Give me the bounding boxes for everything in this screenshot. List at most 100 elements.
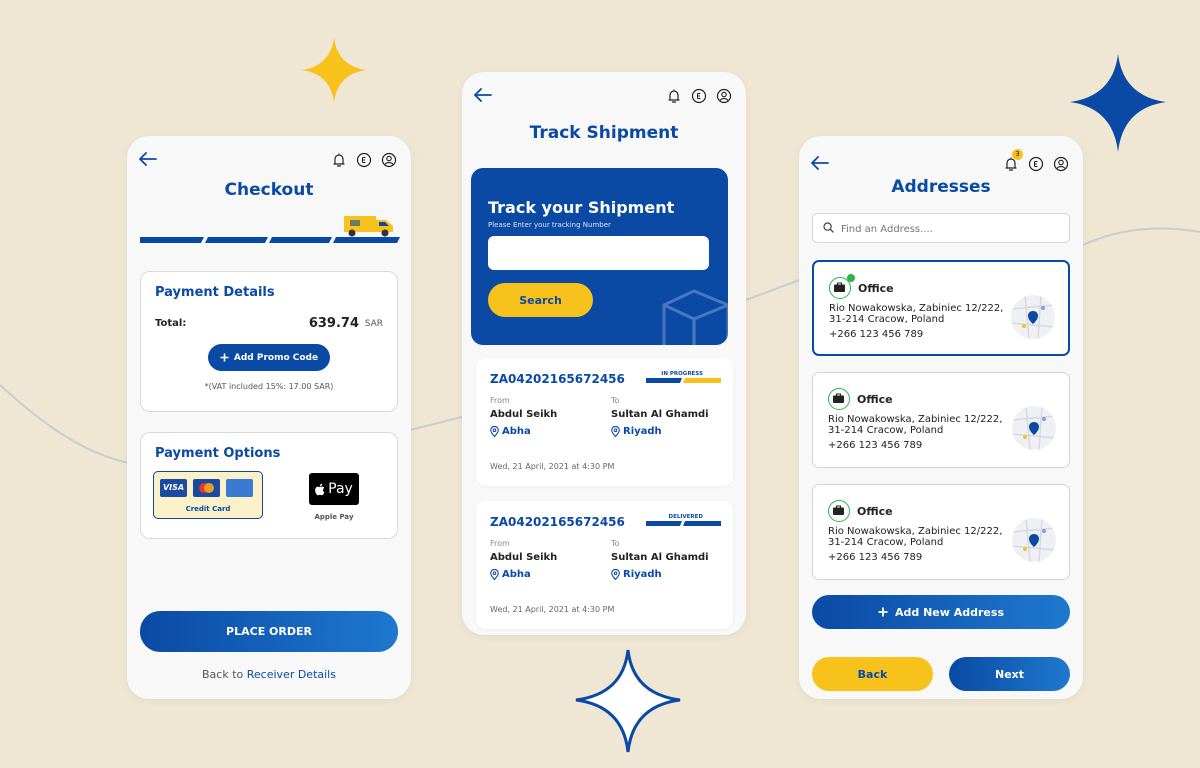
from-label: From — [490, 539, 510, 548]
back-prefix: Back to — [202, 668, 244, 681]
top-bar: 3 — [799, 136, 1083, 176]
sender-name: Abdul Seikh — [490, 552, 558, 563]
track-shipment-screen: Track Shipment Track your Shipment Pleas… — [462, 72, 746, 635]
box-icon — [662, 289, 728, 345]
payment-details-card: Payment Details Total: 639.74 SAR Add Pr… — [140, 271, 398, 412]
sparkle-icon — [1070, 54, 1166, 152]
apple-pay-option[interactable]: Pay — [309, 473, 359, 505]
location-pin-icon — [490, 426, 499, 437]
address-search — [812, 213, 1070, 243]
sparkle-icon — [302, 38, 366, 102]
add-promo-code-button[interactable]: Add Promo Code — [208, 344, 330, 371]
receiver-name: Sultan Al Ghamdi — [611, 552, 709, 563]
location-pin-icon — [611, 569, 620, 580]
user-icon[interactable] — [716, 88, 732, 104]
destination-city: Riyadh — [611, 569, 662, 580]
map-icon — [1012, 406, 1056, 450]
search-icon — [823, 222, 834, 233]
visa-icon: VISA — [160, 479, 187, 497]
currency-icon[interactable] — [1028, 156, 1044, 172]
address-line-2: 31-214 Cracow, Poland — [829, 314, 945, 325]
tracking-number-input[interactable] — [488, 236, 709, 270]
map-icon — [1011, 295, 1055, 339]
address-phone: +266 123 456 789 — [828, 552, 923, 563]
payment-options-card: Payment Options VISA Credit Card Pay App… — [140, 432, 398, 539]
promo-button-label: Add Promo Code — [233, 352, 319, 363]
total-amount: 639.74 — [308, 316, 359, 331]
add-new-address-button[interactable]: Add New Address — [812, 595, 1070, 629]
delivery-van-icon — [344, 216, 393, 237]
destination-city-text: Riyadh — [623, 426, 662, 437]
checkout-screen: Checkout Payment Details Total: 639.74 S… — [127, 136, 411, 699]
place-order-label: PLACE ORDER — [226, 625, 312, 638]
address-line-1: Rio Nowakowska, Zabiniec 12/222, — [828, 414, 1003, 425]
user-icon[interactable] — [381, 152, 397, 168]
briefcase-icon — [828, 500, 850, 522]
back-button[interactable]: Back — [812, 657, 933, 691]
page-title: Checkout — [224, 180, 314, 200]
shipment-id: ZA04202165672456 — [490, 515, 625, 529]
hero-title: Track your Shipment — [488, 198, 675, 217]
to-label: To — [611, 396, 620, 405]
total-label: Total: — [155, 318, 187, 329]
address-phone: +266 123 456 789 — [829, 329, 924, 340]
address-card[interactable]: Office Rio Nowakowska, Zabiniec 12/222, … — [812, 260, 1070, 356]
address-search-input[interactable] — [841, 219, 1061, 239]
address-title: Office — [857, 393, 893, 406]
status-text: IN PROGRESS — [661, 371, 703, 377]
destination-city: Riyadh — [611, 426, 662, 437]
currency-icon[interactable] — [691, 88, 707, 104]
origin-city-text: Abha — [502, 426, 531, 437]
location-pin-icon — [490, 569, 499, 580]
address-line-2: 31-214 Cracow, Poland — [828, 537, 944, 548]
briefcase-icon — [828, 388, 850, 410]
address-title: Office — [858, 282, 894, 295]
receiver-details-link[interactable]: Receiver Details — [247, 668, 336, 681]
top-bar — [462, 72, 746, 112]
address-line-2: 31-214 Cracow, Poland — [828, 425, 944, 436]
card-icon — [226, 479, 253, 497]
next-button[interactable]: Next — [949, 657, 1070, 691]
apple-icon — [315, 483, 325, 495]
top-bar — [127, 136, 411, 176]
currency-icon[interactable] — [356, 152, 372, 168]
address-line-1: Rio Nowakowska, Zabiniec 12/222, — [829, 303, 1004, 314]
shipment-id: ZA04202165672456 — [490, 372, 625, 386]
status-badge: IN PROGRESS — [646, 371, 721, 383]
track-hero-panel: Track your Shipment Please Enter your tr… — [471, 168, 728, 345]
bell-icon[interactable] — [331, 152, 347, 168]
address-card[interactable]: Office Rio Nowakowska, Zabiniec 12/222, … — [812, 484, 1070, 580]
to-label: To — [611, 539, 620, 548]
address-phone: +266 123 456 789 — [828, 440, 923, 451]
plus-icon — [220, 353, 229, 362]
status-text: DELIVERED — [668, 514, 703, 520]
sparkle-icon — [575, 649, 681, 753]
credit-card-option[interactable]: VISA Credit Card — [153, 471, 263, 519]
back-to-receiver: Back to Receiver Details — [127, 668, 411, 681]
map-icon — [1012, 518, 1056, 562]
payment-options-title: Payment Options — [155, 446, 281, 461]
add-new-address-label: Add New Address — [895, 605, 1004, 619]
address-card[interactable]: Office Rio Nowakowska, Zabiniec 12/222, … — [812, 372, 1070, 468]
bell-icon[interactable] — [666, 88, 682, 104]
notification-bell[interactable]: 3 — [1003, 149, 1023, 172]
vat-note: *(VAT included 15%: 17.00 SAR) — [204, 382, 334, 391]
apple-pay-label: Apple Pay — [314, 513, 354, 521]
search-button[interactable]: Search — [488, 283, 593, 317]
hero-subtitle: Please Enter your tracking Number — [488, 221, 611, 229]
back-arrow-icon[interactable] — [811, 156, 829, 170]
shipment-card[interactable]: ZA04202165672456 IN PROGRESS From To Abd… — [476, 358, 733, 486]
status-badge: DELIVERED — [646, 514, 721, 526]
payment-details-title: Payment Details — [155, 285, 275, 300]
location-pin-icon — [611, 426, 620, 437]
user-icon[interactable] — [1053, 156, 1069, 172]
shipment-date: Wed, 21 April, 2021 at 4:30 PM — [490, 605, 615, 614]
notification-badge: 3 — [1012, 149, 1023, 160]
address-title: Office — [857, 505, 893, 518]
shipment-date: Wed, 21 April, 2021 at 4:30 PM — [490, 462, 615, 471]
shipment-card[interactable]: ZA04202165672456 DELIVERED From To Abdul… — [476, 501, 733, 629]
page-title: Track Shipment — [529, 123, 679, 143]
back-arrow-icon[interactable] — [474, 88, 492, 102]
place-order-button[interactable]: PLACE ORDER — [140, 611, 398, 652]
back-arrow-icon[interactable] — [139, 152, 157, 166]
